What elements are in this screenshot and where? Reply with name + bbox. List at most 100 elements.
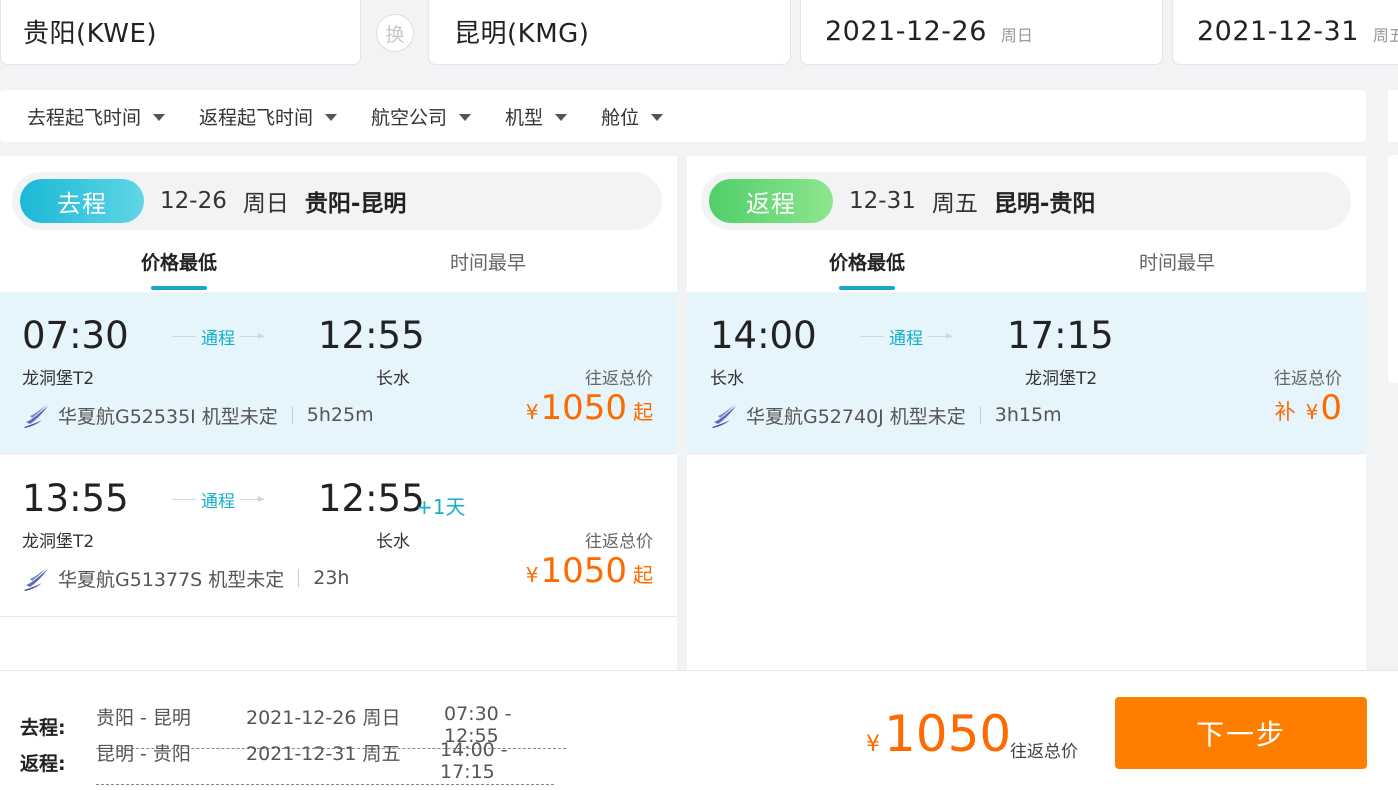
filter-airline[interactable]: 航空公司: [371, 103, 472, 130]
summary-route: 昆明 - 贵阳: [96, 743, 191, 765]
departure-time: 07:30: [22, 314, 129, 357]
departure-airport: 龙洞堡T2: [22, 532, 95, 552]
outbound-sort-tabs: 价格最低 时间最早: [0, 248, 677, 292]
arrival-time: 12:55: [318, 477, 425, 520]
caret-down-icon: [153, 113, 166, 121]
price-label: 往返总价: [585, 369, 653, 389]
arrival-time: 17:15: [1007, 314, 1114, 357]
summary-label: 去程:: [20, 716, 66, 739]
total-price: ¥ 1050: [866, 705, 1011, 763]
arrival-airport: 龙洞堡T2: [1025, 369, 1098, 389]
divider: [979, 406, 981, 424]
total-amount: 1050: [884, 705, 1012, 763]
flight-row[interactable]: 14:00 通程 17:15 长水 龙洞堡T2 往返总价 华夏航G52740J …: [687, 292, 1366, 454]
from-city-field[interactable]: 贵阳(KWE): [0, 0, 361, 65]
filter-label: 去程起飞时间: [27, 106, 142, 129]
return-date-field[interactable]: 2021-12-31 周五: [1172, 0, 1398, 65]
return-weekday: 周五: [1372, 25, 1398, 45]
tab-label: 价格最低: [829, 252, 906, 274]
filter-label: 航空公司: [371, 106, 448, 129]
inbound-header: 返程 12-31 周五 昆明-贵阳: [701, 172, 1351, 230]
divider: [298, 569, 300, 587]
aircraft-type: 机型未定: [889, 405, 966, 428]
airline-logo-icon: [24, 405, 48, 428]
filter-label: 机型: [505, 106, 544, 129]
filter-outbound-time[interactable]: 去程起飞时间: [27, 103, 166, 130]
flight-price: ¥ 1050 起: [526, 551, 653, 591]
stop-indicator: 通程: [860, 324, 952, 349]
summary-time: 14:00 - 17:15: [440, 739, 508, 783]
stop-label: 通程: [201, 329, 235, 349]
booking-summary-bar: 去程: 贵阳 - 昆明 2021-12-26 周日 07:30 - 12:55 …: [0, 670, 1398, 790]
airline-logo-icon: [24, 568, 48, 591]
airline-logo-icon: [712, 405, 736, 428]
stop-label: 通程: [889, 329, 923, 349]
filter-bar: 去程起飞时间 返程起飞时间 航空公司 机型 舱位: [0, 90, 1366, 142]
price-suffix: 起: [633, 563, 653, 587]
stop-label: 通程: [201, 492, 235, 512]
tab-earliest-time[interactable]: 时间最早: [450, 248, 526, 275]
next-step-button[interactable]: 下一步: [1115, 697, 1367, 769]
summary-details[interactable]: 昆明 - 贵阳 2021-12-31 周五 14:00 - 17:15: [96, 739, 554, 785]
filter-return-time[interactable]: 返程起飞时间: [199, 103, 338, 130]
inbound-date: 12-31: [849, 188, 916, 214]
outbound-date: 12-26: [160, 188, 227, 214]
right-edge-panel: [1388, 155, 1398, 383]
inbound-panel: 返程 12-31 周五 昆明-贵阳 价格最低 时间最早 14:00 通程 17:…: [687, 156, 1366, 690]
airline-info: 华夏航G52535I 机型未定 5h25m: [22, 400, 374, 430]
currency-symbol: ¥: [866, 732, 880, 757]
tab-label: 时间最早: [1139, 252, 1216, 274]
flight-row[interactable]: 07:30 通程 12:55 龙洞堡T2 长水 往返总价 华夏航G52535I …: [0, 292, 677, 454]
price-prefix: 补: [1274, 400, 1296, 424]
right-edge-panel: [1388, 90, 1398, 142]
inbound-weekday: 周五: [931, 191, 978, 217]
inbound-badge: 返程: [709, 179, 833, 223]
tab-lowest-price[interactable]: 价格最低: [141, 248, 217, 290]
filter-aircraft[interactable]: 机型: [505, 103, 568, 130]
swap-icon[interactable]: 换: [376, 14, 414, 52]
price-suffix: 起: [633, 400, 653, 424]
arrival-airport: 长水: [376, 369, 410, 389]
arrival-airport: 长水: [376, 532, 410, 552]
flight-row[interactable]: 13:55 通程 12:55 +1天 龙洞堡T2 长水 往返总价 华夏航G513…: [0, 455, 677, 617]
outbound-badge: 去程: [20, 179, 144, 223]
currency-symbol: ¥: [525, 400, 539, 424]
summary-date: 2021-12-31 周五: [246, 743, 401, 765]
departure-airport: 长水: [710, 369, 744, 389]
price-label: 往返总价: [585, 532, 653, 552]
airline-flight: 华夏航G52740J: [746, 405, 884, 428]
currency-symbol: ¥: [1305, 400, 1319, 424]
departure-airport: 龙洞堡T2: [22, 369, 95, 389]
caret-down-icon: [555, 113, 568, 121]
tab-earliest-time[interactable]: 时间最早: [1139, 248, 1215, 275]
flight-duration: 5h25m: [306, 404, 374, 426]
flight-price: ¥ 1050 起: [526, 388, 653, 428]
caret-down-icon: [459, 113, 472, 121]
price-label: 往返总价: [1274, 369, 1342, 389]
active-tab-indicator: [839, 286, 896, 290]
active-tab-indicator: [151, 286, 208, 290]
outbound-route: 贵阳-昆明: [304, 191, 407, 217]
flight-duration: 23h: [313, 567, 350, 589]
filter-cabin[interactable]: 舱位: [601, 103, 664, 130]
price-amount: 0: [1320, 388, 1342, 428]
caret-down-icon: [651, 113, 664, 121]
from-city: 贵阳(KWE): [23, 19, 158, 49]
depart-date-field[interactable]: 2021-12-26 周日: [800, 0, 1163, 65]
flight-duration: 3h15m: [994, 404, 1062, 426]
airline-info: 华夏航G52740J 机型未定 3h15m: [710, 400, 1062, 430]
tab-lowest-price[interactable]: 价格最低: [829, 248, 906, 290]
arrival-time: 12:55: [318, 314, 425, 357]
price-amount: 1050: [540, 388, 627, 428]
flight-price: 补 ¥ 0: [1275, 388, 1342, 428]
to-city: 昆明(KMG): [454, 19, 590, 49]
stop-indicator: 通程: [172, 324, 264, 349]
outbound-header: 去程 12-26 周日 贵阳-昆明: [12, 172, 662, 230]
airline-flight: 华夏航G51377S: [58, 568, 203, 591]
departure-time: 13:55: [22, 477, 129, 520]
plus-day-badge: +1天: [416, 495, 466, 519]
summary-label: 返程:: [20, 752, 66, 775]
airline-flight: 华夏航G52535I: [58, 405, 196, 428]
airline-info: 华夏航G51377S 机型未定 23h: [22, 563, 349, 593]
to-city-field[interactable]: 昆明(KMG): [428, 0, 791, 65]
